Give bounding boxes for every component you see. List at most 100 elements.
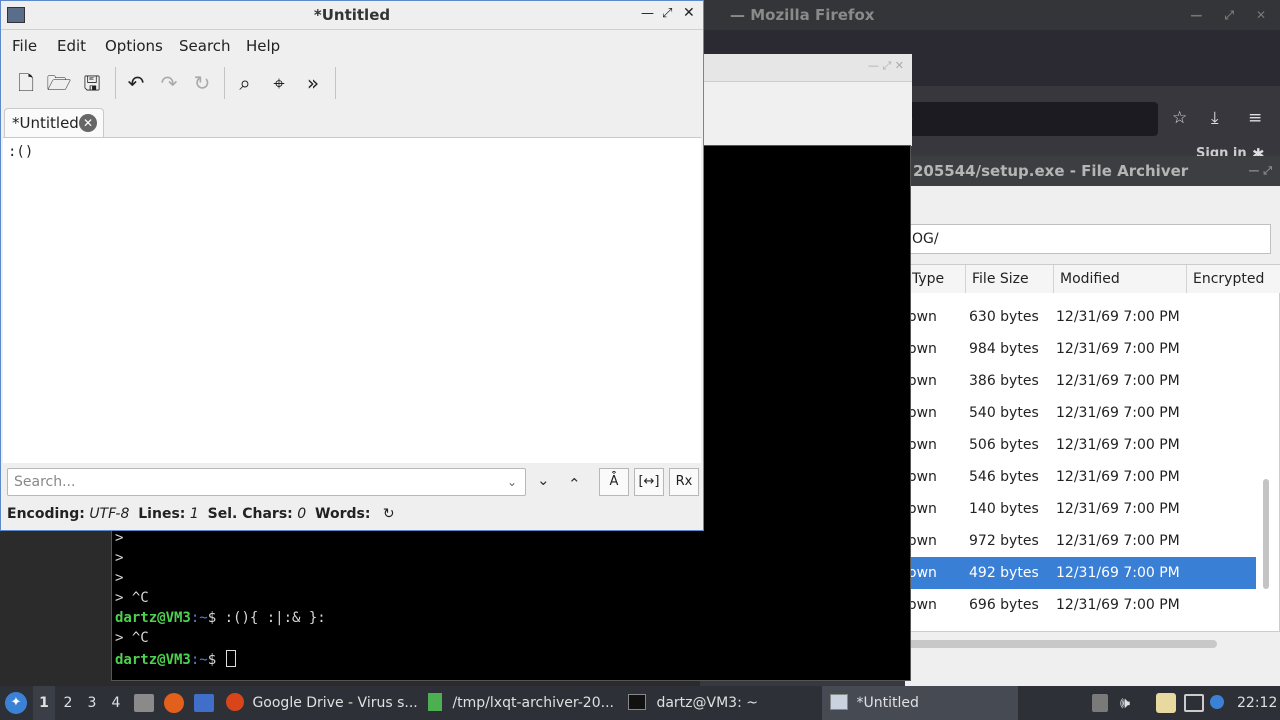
minimize-icon[interactable]: — xyxy=(641,6,654,21)
task-terminal[interactable]: dartz@VM3: ~ xyxy=(622,686,818,720)
update-icon[interactable] xyxy=(1210,695,1224,709)
desktop-icon[interactable] xyxy=(194,694,214,712)
start-menu-icon[interactable]: ✦ xyxy=(5,692,27,714)
table-row[interactable]: own 386 bytes 12/31/69 7:00 PM xyxy=(906,365,1256,397)
clock[interactable]: 22:12 xyxy=(1237,686,1277,720)
cell-type: own xyxy=(908,565,937,581)
cell-modified: 12/31/69 7:00 PM xyxy=(1056,533,1180,549)
table-row[interactable]: own 540 bytes 12/31/69 7:00 PM xyxy=(906,397,1256,429)
firefox-window-controls: — ⤢ ✕ xyxy=(1190,0,1266,30)
find-previous-icon[interactable]: ⌃ xyxy=(568,475,581,493)
url-bar[interactable]: b xyxy=(900,102,1158,136)
terminal-prompt-line: dartz@VM3:~$ xyxy=(115,650,237,668)
minimize-icon[interactable]: — xyxy=(1190,0,1202,30)
save-icon[interactable]: 🖫 xyxy=(77,69,107,97)
network-icon[interactable] xyxy=(1184,694,1204,712)
desktop-4[interactable]: 4 xyxy=(105,686,127,720)
volume-icon[interactable]: 🕪 xyxy=(1120,693,1130,713)
archiver-title: 205544/setup.exe - File Archiver xyxy=(913,162,1189,180)
close-icon[interactable]: ✕ xyxy=(683,5,695,21)
refresh-icon[interactable]: ↻ xyxy=(383,506,395,522)
toolbar-separator xyxy=(115,67,116,99)
cell-type: own xyxy=(908,309,937,325)
terminal-line: > ^C xyxy=(115,630,149,646)
col-file-size[interactable]: File Size xyxy=(966,265,1054,293)
cell-modified: 12/31/69 7:00 PM xyxy=(1056,469,1180,485)
table-row[interactable]: own 984 bytes 12/31/69 7:00 PM xyxy=(906,333,1256,365)
desktop-1[interactable]: 1 xyxy=(33,686,55,720)
file-manager-icon[interactable] xyxy=(134,694,154,712)
cell-type: own xyxy=(908,501,937,517)
terminal-titlebar: — ⤢ ✕ xyxy=(700,54,912,82)
prompt-path: :~ xyxy=(190,652,208,668)
find-next-icon[interactable]: ⌄ xyxy=(537,471,550,489)
chevron-down-icon[interactable]: ⌄ xyxy=(507,469,525,495)
toolbar-separator xyxy=(224,67,225,99)
words-label: Words: xyxy=(315,506,371,522)
editor-icon xyxy=(830,694,848,710)
task-archiver[interactable]: /tmp/lxqt-archiver-20... xyxy=(422,686,618,720)
terminal-window-controls[interactable]: — ⤢ ✕ xyxy=(868,59,904,73)
find-icon[interactable]: ⌕ xyxy=(230,69,260,97)
table-row[interactable]: own 630 bytes 12/31/69 7:00 PM xyxy=(906,301,1256,333)
menu-file[interactable]: File xyxy=(12,37,37,55)
close-icon[interactable]: ✕ xyxy=(1256,0,1266,30)
match-case-button[interactable]: A͒ xyxy=(599,468,629,496)
terminal-line: > ^C xyxy=(115,590,149,606)
tab-label: *Untitled xyxy=(12,114,79,132)
task-editor[interactable]: *Untitled xyxy=(822,686,1018,720)
firefox-title: — Mozilla Firefox xyxy=(730,6,875,24)
cell-modified: 12/31/69 7:00 PM xyxy=(1056,341,1180,357)
table-row[interactable]: own 506 bytes 12/31/69 7:00 PM xyxy=(906,429,1256,461)
maximize-icon[interactable]: ⤢ xyxy=(662,6,672,21)
table-row[interactable]: own 546 bytes 12/31/69 7:00 PM xyxy=(906,461,1256,493)
menu-search[interactable]: Search xyxy=(179,37,231,55)
col-type[interactable]: Type xyxy=(906,265,966,293)
tab-close-icon[interactable]: ✕ xyxy=(79,114,97,132)
search-input[interactable]: Search... xyxy=(7,468,526,496)
cell-type: own xyxy=(908,405,937,421)
open-folder-icon[interactable]: 🗁 xyxy=(44,69,74,97)
selchars-value: 0 xyxy=(297,506,307,522)
cell-size: 972 bytes xyxy=(969,533,1039,549)
whole-word-button[interactable]: [↔] xyxy=(634,468,664,496)
maximize-icon[interactable]: ⤢ xyxy=(1224,0,1234,30)
horizontal-scrollbar[interactable] xyxy=(905,640,1217,648)
vertical-scrollbar[interactable] xyxy=(1263,479,1269,589)
find-replace-icon[interactable]: ⌖ xyxy=(264,69,294,97)
download-icon[interactable]: ⤓ xyxy=(1211,108,1219,128)
more-icon[interactable]: » xyxy=(298,69,328,97)
cell-modified: 12/31/69 7:00 PM xyxy=(1056,309,1180,325)
text-editor-area[interactable]: :() xyxy=(3,137,701,463)
menu-edit[interactable]: Edit xyxy=(57,37,86,55)
table-row[interactable]: own 492 bytes 12/31/69 7:00 PM xyxy=(906,557,1256,589)
tray-show-icon[interactable] xyxy=(1092,694,1108,712)
reload-icon[interactable]: ↻ xyxy=(187,69,217,97)
clipboard-icon[interactable] xyxy=(1156,693,1176,713)
firefox-icon[interactable] xyxy=(164,693,184,713)
desktop-3[interactable]: 3 xyxy=(81,686,103,720)
archiver-path-field[interactable]: OG/ xyxy=(905,224,1271,254)
cell-size: 386 bytes xyxy=(969,373,1039,389)
editor-window: *Untitled — ⤢ ✕ File Edit Options Search… xyxy=(0,0,704,531)
task-firefox[interactable]: Google Drive - Virus s... xyxy=(222,686,418,720)
table-row[interactable]: own 972 bytes 12/31/69 7:00 PM xyxy=(906,525,1256,557)
cell-modified: 12/31/69 7:00 PM xyxy=(1056,405,1180,421)
menu-options[interactable]: Options xyxy=(105,37,163,55)
table-row[interactable]: own 696 bytes 12/31/69 7:00 PM xyxy=(906,589,1256,621)
col-modified[interactable]: Modified xyxy=(1054,265,1187,293)
menu-help[interactable]: Help xyxy=(246,37,280,55)
cell-modified: 12/31/69 7:00 PM xyxy=(1056,597,1180,613)
new-document-icon[interactable]: 🗋 xyxy=(11,69,41,97)
col-encrypted[interactable]: Encrypted xyxy=(1187,265,1280,293)
bookmark-star-icon[interactable]: ☆ xyxy=(1172,108,1187,128)
archiver-window-controls[interactable]: — ⤢ xyxy=(1248,156,1272,186)
desktop-2[interactable]: 2 xyxy=(57,686,79,720)
regex-button[interactable]: Rx xyxy=(669,468,699,496)
redo-icon[interactable]: ↷ xyxy=(154,69,184,97)
undo-icon[interactable]: ↶ xyxy=(121,69,151,97)
cell-size: 546 bytes xyxy=(969,469,1039,485)
table-row[interactable]: own 140 bytes 12/31/69 7:00 PM xyxy=(906,493,1256,525)
terminal-icon xyxy=(628,694,646,710)
menu-icon[interactable]: ≡ xyxy=(1248,108,1262,128)
